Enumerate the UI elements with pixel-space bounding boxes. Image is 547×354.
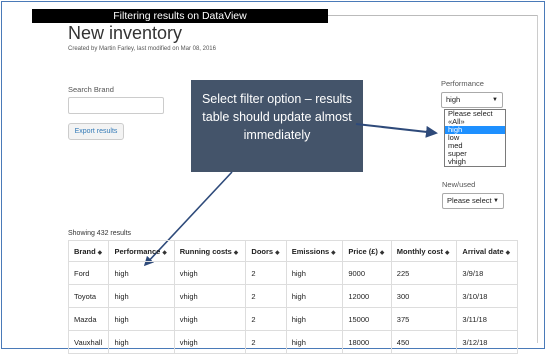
table-cell: Ford bbox=[67, 261, 110, 285]
sort-icon: ◆ bbox=[380, 249, 385, 256]
table-cell: 18000 bbox=[342, 330, 392, 354]
table-cell: 300 bbox=[390, 284, 458, 308]
column-header[interactable]: Price (£) ◆ bbox=[342, 240, 392, 262]
table-cell: 2 bbox=[245, 307, 287, 331]
table-cell: Toyota bbox=[67, 284, 110, 308]
table-cell: 12000 bbox=[342, 284, 392, 308]
table-cell: Mazda bbox=[67, 307, 110, 331]
table-cell: high bbox=[108, 307, 175, 331]
table-cell: 450 bbox=[390, 330, 458, 354]
table-cell: high bbox=[285, 307, 344, 331]
table-cell: 15000 bbox=[342, 307, 392, 331]
results-table: Brand ◆ Performance ◆ Running costs ◆ Do… bbox=[67, 240, 518, 354]
sort-icon: ◆ bbox=[505, 249, 511, 256]
table-cell: high bbox=[285, 330, 344, 354]
sort-icon: ◆ bbox=[445, 249, 450, 256]
table-row: Mazda high vhigh 2 high 15000 375 3/11/18 bbox=[67, 307, 518, 331]
table-cell: high bbox=[108, 330, 175, 354]
column-header[interactable]: Running costs ◆ bbox=[173, 240, 247, 262]
sort-icon: ◆ bbox=[275, 249, 280, 256]
table-row: Toyota high vhigh 2 high 12000 300 3/10/18 bbox=[67, 284, 518, 308]
column-header[interactable]: Brand ◆ bbox=[67, 240, 110, 262]
table-cell: 3/9/18 bbox=[456, 261, 518, 285]
sort-icon: ◆ bbox=[162, 249, 167, 256]
table-cell: Vauxhall bbox=[67, 330, 110, 354]
arrow-to-dropdown bbox=[355, 123, 438, 138]
column-header[interactable]: Performance ◆ bbox=[108, 240, 175, 262]
table-cell: vhigh bbox=[173, 307, 247, 331]
table-header-row: Brand ◆ Performance ◆ Running costs ◆ Do… bbox=[67, 240, 518, 262]
table-cell: vhigh bbox=[173, 330, 247, 354]
sort-icon: ◆ bbox=[331, 249, 336, 256]
column-header[interactable]: Arrival date ◆ bbox=[456, 240, 518, 262]
table-cell: 3/12/18 bbox=[456, 330, 518, 354]
results-count: Showing 432 results bbox=[68, 230, 132, 237]
column-header[interactable]: Emissions ◆ bbox=[285, 240, 344, 262]
table-cell: 2 bbox=[245, 330, 287, 354]
table-cell: 375 bbox=[390, 307, 458, 331]
sort-icon: ◆ bbox=[97, 249, 102, 256]
sort-icon: ◆ bbox=[233, 249, 239, 256]
table-cell: 2 bbox=[245, 284, 287, 308]
table-row: Vauxhall high vhigh 2 high 18000 450 3/12/18 bbox=[67, 330, 518, 354]
table-cell: 3/11/18 bbox=[456, 307, 518, 331]
column-header[interactable]: Doors ◆ bbox=[245, 240, 287, 262]
table-cell: 225 bbox=[390, 261, 458, 285]
table-cell: 3/10/18 bbox=[456, 284, 518, 308]
table-cell: high bbox=[108, 284, 175, 308]
column-header[interactable]: Monthly cost ◆ bbox=[390, 240, 458, 262]
table-cell: 2 bbox=[245, 261, 287, 285]
table-cell: 9000 bbox=[342, 261, 392, 285]
table-cell: high bbox=[285, 284, 344, 308]
table-cell: high bbox=[285, 261, 344, 285]
table-row: Ford high vhigh 2 high 9000 225 3/9/18 bbox=[67, 261, 518, 285]
table-cell: vhigh bbox=[173, 261, 247, 285]
table-cell: high bbox=[108, 261, 175, 285]
table-cell: vhigh bbox=[173, 284, 247, 308]
